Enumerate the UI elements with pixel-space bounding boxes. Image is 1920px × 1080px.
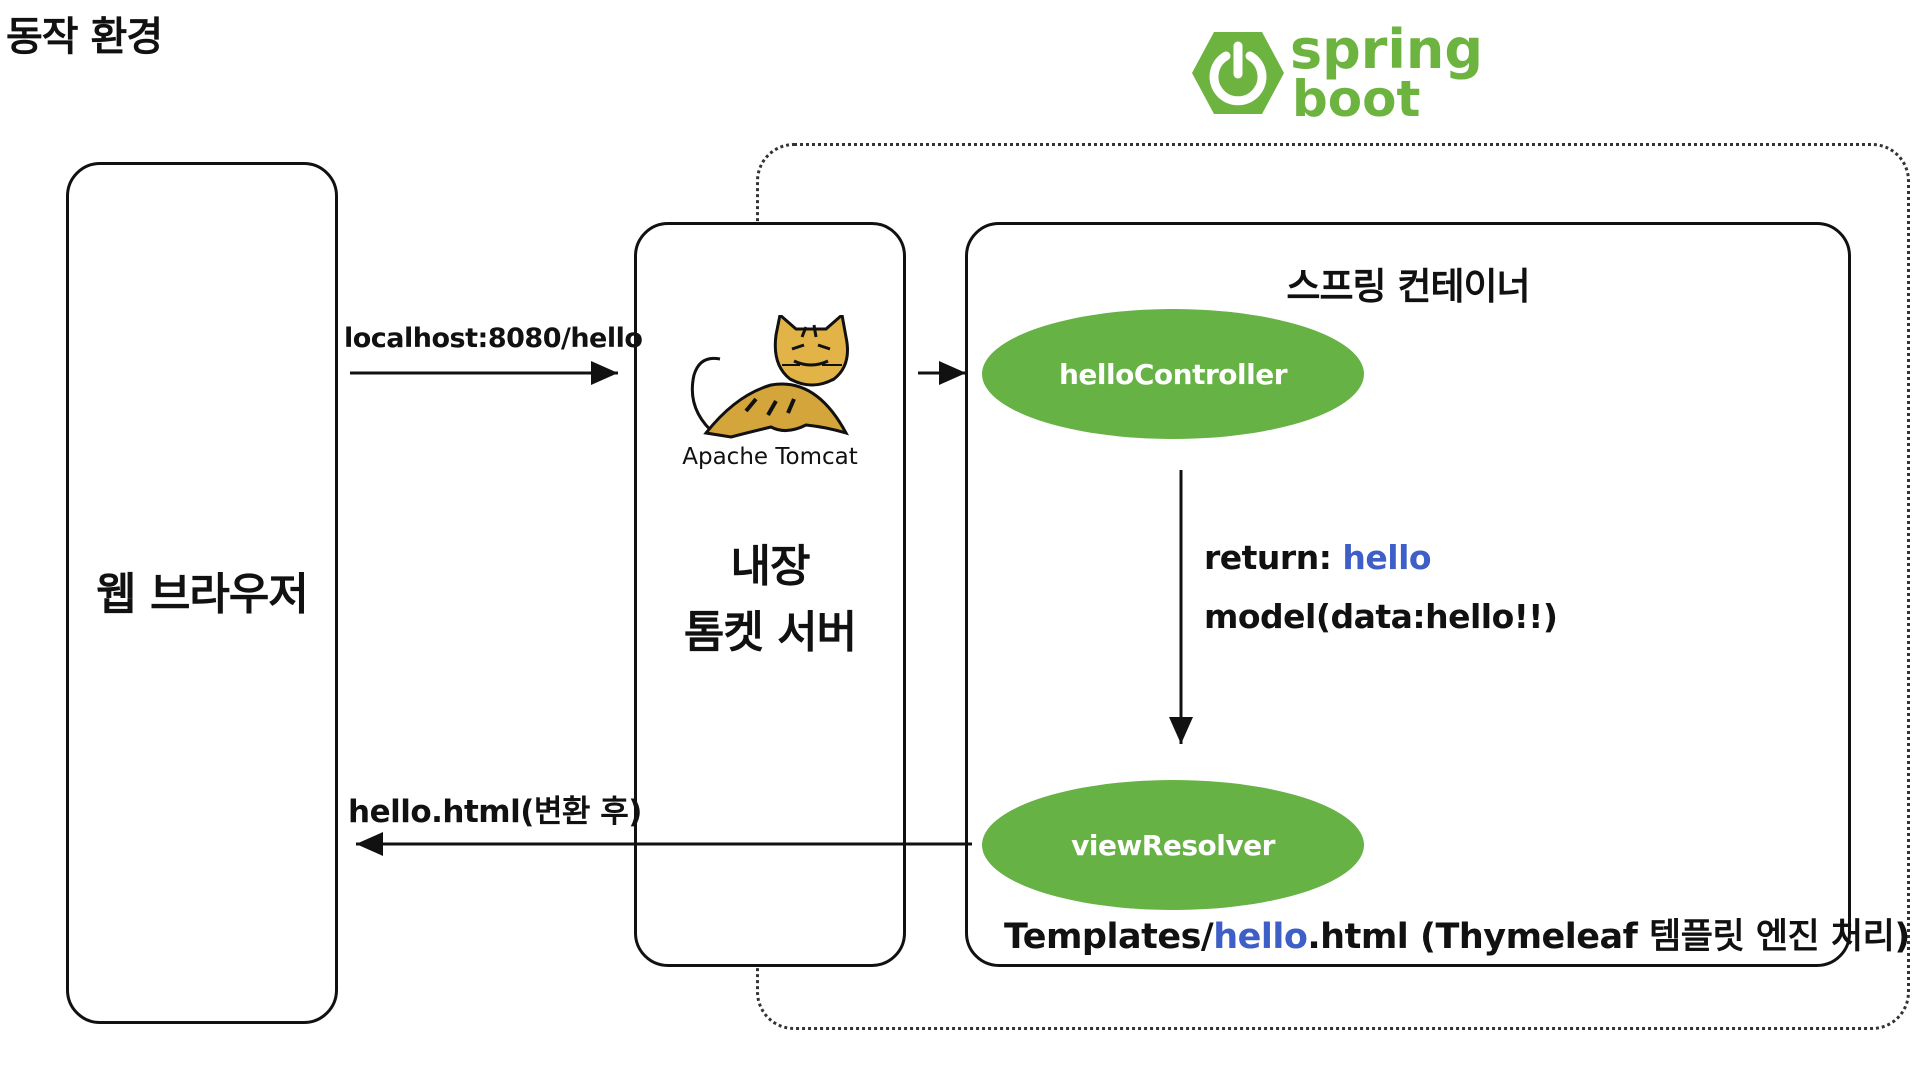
page-title: 동작 환경 (6, 14, 163, 60)
templates-prefix: Templates/ (1004, 917, 1214, 957)
return-text: return: hello (1204, 538, 1432, 577)
tomcat-cat-icon (690, 315, 850, 439)
view-resolver-node: viewResolver (982, 780, 1364, 910)
request-label: localhost:8080/hello (344, 323, 643, 354)
tomcat-caption: Apache Tomcat (682, 444, 858, 470)
templates-suffix: .html (Thymeleaf 템플릿 엔진 처리) (1307, 917, 1910, 957)
model-text: model(data:hello!!) (1204, 597, 1558, 636)
logo-word-boot: boot (1292, 70, 1420, 128)
spring-boot-logo: spring boot (1192, 18, 1480, 128)
return-prefix: return: (1204, 538, 1343, 577)
hello-controller-node: helloController (982, 309, 1364, 439)
web-browser-label: 웹 브라우저 (96, 569, 309, 620)
tomcat-label-line1: 내장 (730, 541, 811, 592)
hello-controller-label: helloController (1059, 357, 1288, 391)
templates-highlight: hello (1213, 917, 1308, 957)
response-label: hello.html(변환 후) (348, 794, 642, 830)
tomcat-label-line2: 톰켓 서버 (683, 607, 857, 658)
spring-container-title: 스프링 컨테이너 (1286, 265, 1530, 308)
return-value: hello (1342, 538, 1432, 577)
templates-text: Templates/hello.html (Thymeleaf 템플릿 엔진 처… (1004, 908, 1910, 959)
view-resolver-label: viewResolver (1071, 828, 1275, 862)
